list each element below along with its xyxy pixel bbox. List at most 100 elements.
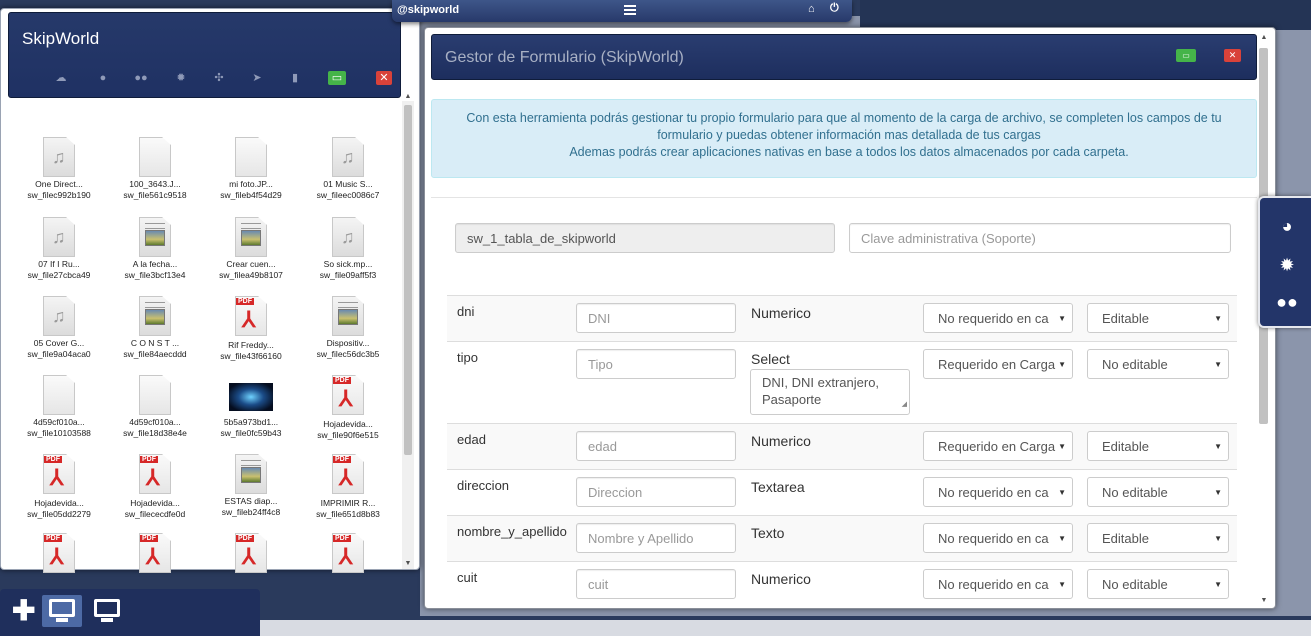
file-item[interactable]: ♫ 05 Cover G... sw_file9a04aca0 bbox=[11, 296, 107, 359]
file-item[interactable]: PDF ⅄ bbox=[300, 533, 396, 577]
hamburger-icon[interactable] bbox=[624, 3, 636, 17]
options-textarea[interactable]: DNI, DNI extranjero, Pasaporte ◢ bbox=[750, 369, 910, 415]
field-placeholder-input[interactable]: Tipo bbox=[576, 349, 736, 379]
editable-select[interactable]: Editable ▼ bbox=[1087, 523, 1229, 553]
gear-icon[interactable]: ✹ bbox=[1276, 255, 1298, 276]
field-name: dni bbox=[457, 304, 475, 319]
required-select[interactable]: No requerido en ca ▼ bbox=[923, 477, 1073, 507]
required-select[interactable]: No requerido en ca ▼ bbox=[923, 523, 1073, 553]
file-item[interactable]: ♫ One Direct... sw_filec992b190 bbox=[11, 137, 107, 200]
file-item[interactable]: A la fecha... sw_file3bcf13e4 bbox=[107, 217, 203, 280]
file-item[interactable]: ESTAS diap... sw_fileb24ff4c8 bbox=[203, 454, 299, 517]
image-thumbnail bbox=[229, 383, 273, 411]
monitor-icon[interactable] bbox=[42, 595, 82, 627]
admin-key-input[interactable]: Clave administrativa (Soporte) bbox=[849, 223, 1231, 253]
editable-select[interactable]: No editable ▼ bbox=[1087, 477, 1229, 507]
chevron-down-icon: ▼ bbox=[1056, 580, 1066, 589]
info-line-2: formulario y puedas obtener información … bbox=[657, 128, 1041, 142]
file-name: Dispositiv... bbox=[326, 338, 370, 348]
scroll-down-arrow[interactable]: ▼ bbox=[1259, 597, 1269, 604]
crosshair-icon[interactable]: ✣ bbox=[211, 71, 227, 85]
editable-select[interactable]: No editable ▼ bbox=[1087, 349, 1229, 379]
file-item[interactable]: PDF ⅄ bbox=[11, 533, 107, 577]
table-name-field[interactable]: sw_1_tabla_de_skipworld bbox=[455, 223, 835, 253]
editable-select[interactable]: Editable ▼ bbox=[1087, 431, 1229, 461]
gear-icon[interactable]: ✹ bbox=[173, 71, 189, 85]
pdf-icon: PDF ⅄ bbox=[331, 375, 365, 417]
file-item[interactable]: Crear cuen... sw_filea49b8107 bbox=[203, 217, 299, 280]
field-placeholder-input[interactable]: Direccion bbox=[576, 477, 736, 507]
file-item[interactable]: PDF ⅄ Rif Freddy... sw_file43f66160 bbox=[203, 296, 299, 361]
chevron-down-icon: ▼ bbox=[1212, 488, 1222, 497]
file-name: 100_3643.J... bbox=[129, 179, 181, 189]
scroll-down-arrow[interactable]: ▼ bbox=[404, 560, 412, 567]
file-item[interactable]: PDF ⅄ Hojadevida... sw_file90f6e515 bbox=[300, 375, 396, 440]
scroll-thumb[interactable] bbox=[404, 105, 412, 455]
file-name: One Direct... bbox=[35, 179, 83, 189]
window-title: SkipWorld bbox=[22, 29, 100, 48]
trash-icon[interactable]: ▮ bbox=[287, 71, 303, 85]
power-icon[interactable]: ⏻ bbox=[830, 2, 839, 15]
file-item[interactable]: ♫ 01 Music S... sw_fileec0086c7 bbox=[300, 137, 396, 200]
editable-select[interactable]: No editable ▼ bbox=[1087, 569, 1229, 599]
file-item[interactable]: 100_3643.J... sw_file561c9518 bbox=[107, 137, 203, 200]
file-item[interactable]: PDF ⅄ Hojadevida... sw_file05dd2279 bbox=[11, 454, 107, 519]
file-item[interactable]: 5b5a973bd1... sw_file0fc59b43 bbox=[203, 375, 299, 438]
file-id: sw_file84aecddd bbox=[123, 349, 187, 359]
desktop-dock: ✚ bbox=[0, 589, 260, 636]
field-row: nombre_y_apellido Nombre y Apellido Texto N… bbox=[447, 515, 1237, 561]
chevron-down-icon: ▼ bbox=[1212, 580, 1222, 589]
globe-icon[interactable]: ◕ bbox=[1276, 216, 1298, 237]
scroll-up-arrow[interactable]: ▲ bbox=[1259, 34, 1269, 41]
file-name: 01 Music S... bbox=[323, 179, 373, 189]
file-name: 4d59cf010a... bbox=[129, 417, 181, 427]
monitor-icon[interactable]: ▭ bbox=[328, 71, 346, 85]
audio-file-icon: ♫ bbox=[332, 137, 364, 177]
cloud-upload-icon[interactable]: ☁ bbox=[53, 71, 69, 85]
users-icon[interactable]: ●● bbox=[133, 71, 149, 85]
required-select[interactable]: Requerido en Carga ▼ bbox=[923, 431, 1073, 461]
file-item[interactable]: ♫ 07 If I Ru... sw_file27cbca49 bbox=[11, 217, 107, 280]
editable-select[interactable]: Editable ▼ bbox=[1087, 303, 1229, 333]
send-icon[interactable]: ➤ bbox=[249, 71, 265, 85]
scroll-up-arrow[interactable]: ▲ bbox=[404, 93, 412, 100]
file-item[interactable]: ♫ So sick.mp... sw_file09aff5f3 bbox=[300, 217, 396, 280]
field-placeholder-input[interactable]: DNI bbox=[576, 303, 736, 333]
chevron-down-icon: ▼ bbox=[1056, 488, 1066, 497]
add-icon[interactable]: ✚ bbox=[12, 597, 35, 625]
file-item[interactable]: mi foto.JP... sw_fileb4f54d29 bbox=[203, 137, 299, 200]
user-icon[interactable]: ● bbox=[95, 71, 111, 85]
file-item[interactable]: PDF ⅄ bbox=[107, 533, 203, 577]
required-select[interactable]: No requerido en ca ▼ bbox=[923, 569, 1073, 599]
required-select[interactable]: No requerido en ca ▼ bbox=[923, 303, 1073, 333]
file-item[interactable]: 4d59cf010a... sw_file10103588 bbox=[11, 375, 107, 438]
field-placeholder-input[interactable]: Nombre y Apellido bbox=[576, 523, 736, 553]
monitor-icon[interactable]: ▭ bbox=[1176, 49, 1196, 62]
image-file-icon bbox=[139, 217, 171, 257]
required-select[interactable]: Requerido en Carga ▼ bbox=[923, 349, 1073, 379]
home-icon[interactable]: ⌂ bbox=[808, 3, 815, 15]
file-item[interactable]: 4d59cf010a... sw_file18d38e4e bbox=[107, 375, 203, 438]
close-icon[interactable]: ✕ bbox=[376, 71, 392, 85]
file-item[interactable]: PDF ⅄ IMPRIMIR R... sw_file651d8b83 bbox=[300, 454, 396, 519]
brand-label[interactable]: @skipworld bbox=[397, 4, 459, 16]
file-item[interactable]: PDF ⅄ bbox=[203, 533, 299, 577]
file-name: IMPRIMIR R... bbox=[320, 498, 376, 508]
scrollbar[interactable]: ▲ ▼ bbox=[402, 93, 414, 569]
close-icon[interactable]: ✕ bbox=[1224, 49, 1241, 62]
chevron-down-icon: ▼ bbox=[1056, 360, 1066, 369]
required-value: Requerido en Carga bbox=[938, 439, 1056, 454]
resize-grip[interactable]: ◢ bbox=[902, 396, 907, 413]
divider bbox=[431, 197, 1257, 198]
field-type: Texto bbox=[751, 525, 785, 541]
pdf-icon: PDF ⅄ bbox=[331, 454, 365, 496]
file-item[interactable]: Dispositiv... sw_filec56dc3b5 bbox=[300, 296, 396, 359]
file-item[interactable]: C O N S T ... sw_file84aecddd bbox=[107, 296, 203, 359]
field-row: tipo Tipo Select Requerido en Carga ▼ No edit… bbox=[447, 341, 1237, 423]
chevron-down-icon: ▼ bbox=[1056, 442, 1066, 451]
field-placeholder-input[interactable]: edad bbox=[576, 431, 736, 461]
field-placeholder-input[interactable]: cuit bbox=[576, 569, 736, 599]
users-icon[interactable]: ●● bbox=[1276, 292, 1298, 313]
monitor-icon[interactable] bbox=[87, 595, 127, 627]
file-item[interactable]: PDF ⅄ Hojadevida... sw_filececdfe0d bbox=[107, 454, 203, 519]
